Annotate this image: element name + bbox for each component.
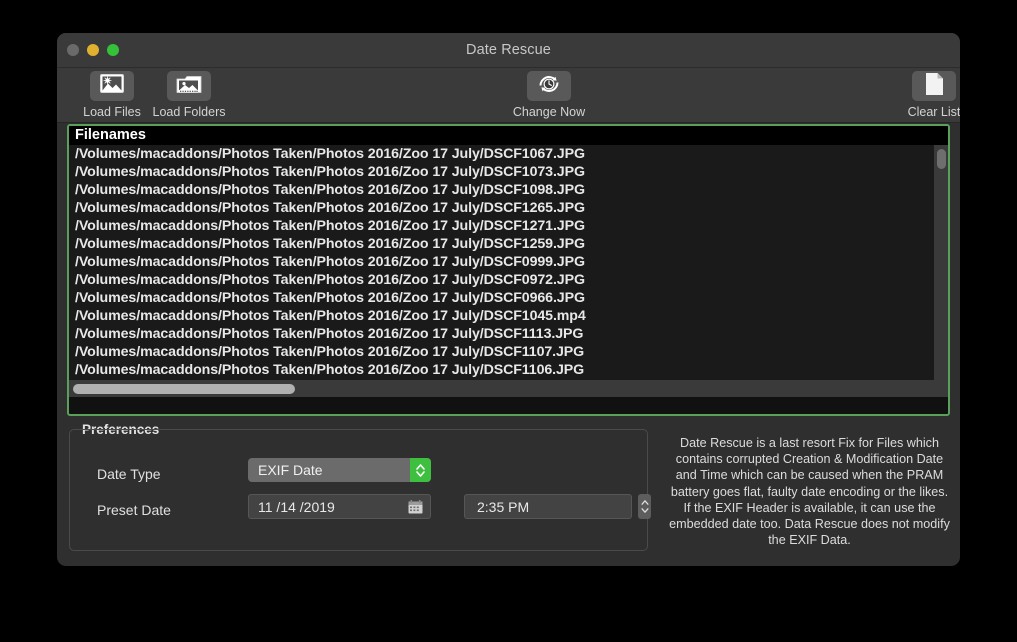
calendar-icon[interactable] [408,499,430,514]
toolbar: Load Files Load Folders Change Now Clear… [57,68,960,123]
load-files-icon-box [90,71,134,101]
file-list-row[interactable]: /Volumes/macaddons/Photos Taken/Photos 2… [69,145,948,163]
file-list-row[interactable]: /Volumes/macaddons/Photos Taken/Photos 2… [69,343,948,361]
stepper-up-icon [640,500,649,505]
vertical-scrollbar-thumb[interactable] [937,149,946,169]
titlebar: Date Rescue [57,33,960,68]
app-window: Date Rescue Load Files Load Folders Chan… [57,33,960,566]
photo-image-icon [100,74,124,98]
preset-date-input[interactable]: 11 /14 /2019 [248,494,431,519]
file-list-row[interactable]: /Volumes/macaddons/Photos Taken/Photos 2… [69,235,948,253]
preset-time-input[interactable]: 2:35 PM [464,494,632,519]
date-type-select[interactable]: EXIF Date [248,458,431,482]
file-list-row[interactable]: /Volumes/macaddons/Photos Taken/Photos 2… [69,163,948,181]
date-type-label: Date Type [97,466,161,482]
time-stepper[interactable] [638,494,651,519]
preferences-group: Date Type EXIF Date Preset Date 11 /14 /… [69,429,651,551]
clear-list-icon-box [912,71,956,101]
change-now-icon-box [527,71,571,101]
blank-document-icon [925,72,944,101]
file-list-row[interactable]: /Volumes/macaddons/Photos Taken/Photos 2… [69,307,948,325]
load-folders-button[interactable]: Load Folders [147,71,231,119]
chevron-up-down-icon[interactable] [410,458,431,482]
file-list-row[interactable]: /Volumes/macaddons/Photos Taken/Photos 2… [69,199,948,217]
preset-date-value: 11 /14 /2019 [258,498,335,515]
chevron-up-icon [416,463,425,470]
horizontal-scrollbar-thumb[interactable] [73,384,295,394]
load-folders-icon-box [167,71,211,101]
window-title: Date Rescue [466,42,551,58]
file-list-row[interactable]: /Volumes/macaddons/Photos Taken/Photos 2… [69,181,948,199]
preset-time-value: 2:35 PM [477,498,530,515]
change-now-button[interactable]: Change Now [507,71,591,119]
filenames-rows-container: /Volumes/macaddons/Photos Taken/Photos 2… [69,145,948,397]
date-type-selected-value: EXIF Date [258,462,323,478]
clear-list-label: Clear List [907,105,960,119]
filenames-list-panel: Filenames /Volumes/macaddons/Photos Take… [67,124,950,416]
horizontal-scrollbar[interactable] [69,380,948,397]
change-now-label: Change Now [512,105,586,119]
photo-folder-icon [176,74,202,99]
load-files-button[interactable]: Load Files [70,71,154,119]
clear-list-button[interactable]: Clear List [892,71,960,119]
app-description-text: Date Rescue is a last resort Fix for Fil… [669,436,950,548]
load-files-label: Load Files [83,105,141,119]
load-folders-label: Load Folders [152,105,226,119]
file-list-row[interactable]: /Volumes/macaddons/Photos Taken/Photos 2… [69,217,948,235]
file-list-row[interactable]: /Volumes/macaddons/Photos Taken/Photos 2… [69,271,948,289]
clock-refresh-icon [537,73,561,100]
file-list-row[interactable]: /Volumes/macaddons/Photos Taken/Photos 2… [69,253,948,271]
file-list-row[interactable]: /Volumes/macaddons/Photos Taken/Photos 2… [69,325,948,343]
file-list-row[interactable]: /Volumes/macaddons/Photos Taken/Photos 2… [69,361,948,379]
vertical-scrollbar[interactable] [934,145,948,397]
filenames-list-body[interactable]: /Volumes/macaddons/Photos Taken/Photos 2… [69,145,948,397]
file-list-row[interactable]: /Volumes/macaddons/Photos Taken/Photos 2… [69,289,948,307]
chevron-down-icon [416,470,425,477]
filenames-column-header: Filenames [69,126,948,145]
stepper-down-icon [640,508,649,513]
preset-date-label: Preset Date [97,502,171,518]
